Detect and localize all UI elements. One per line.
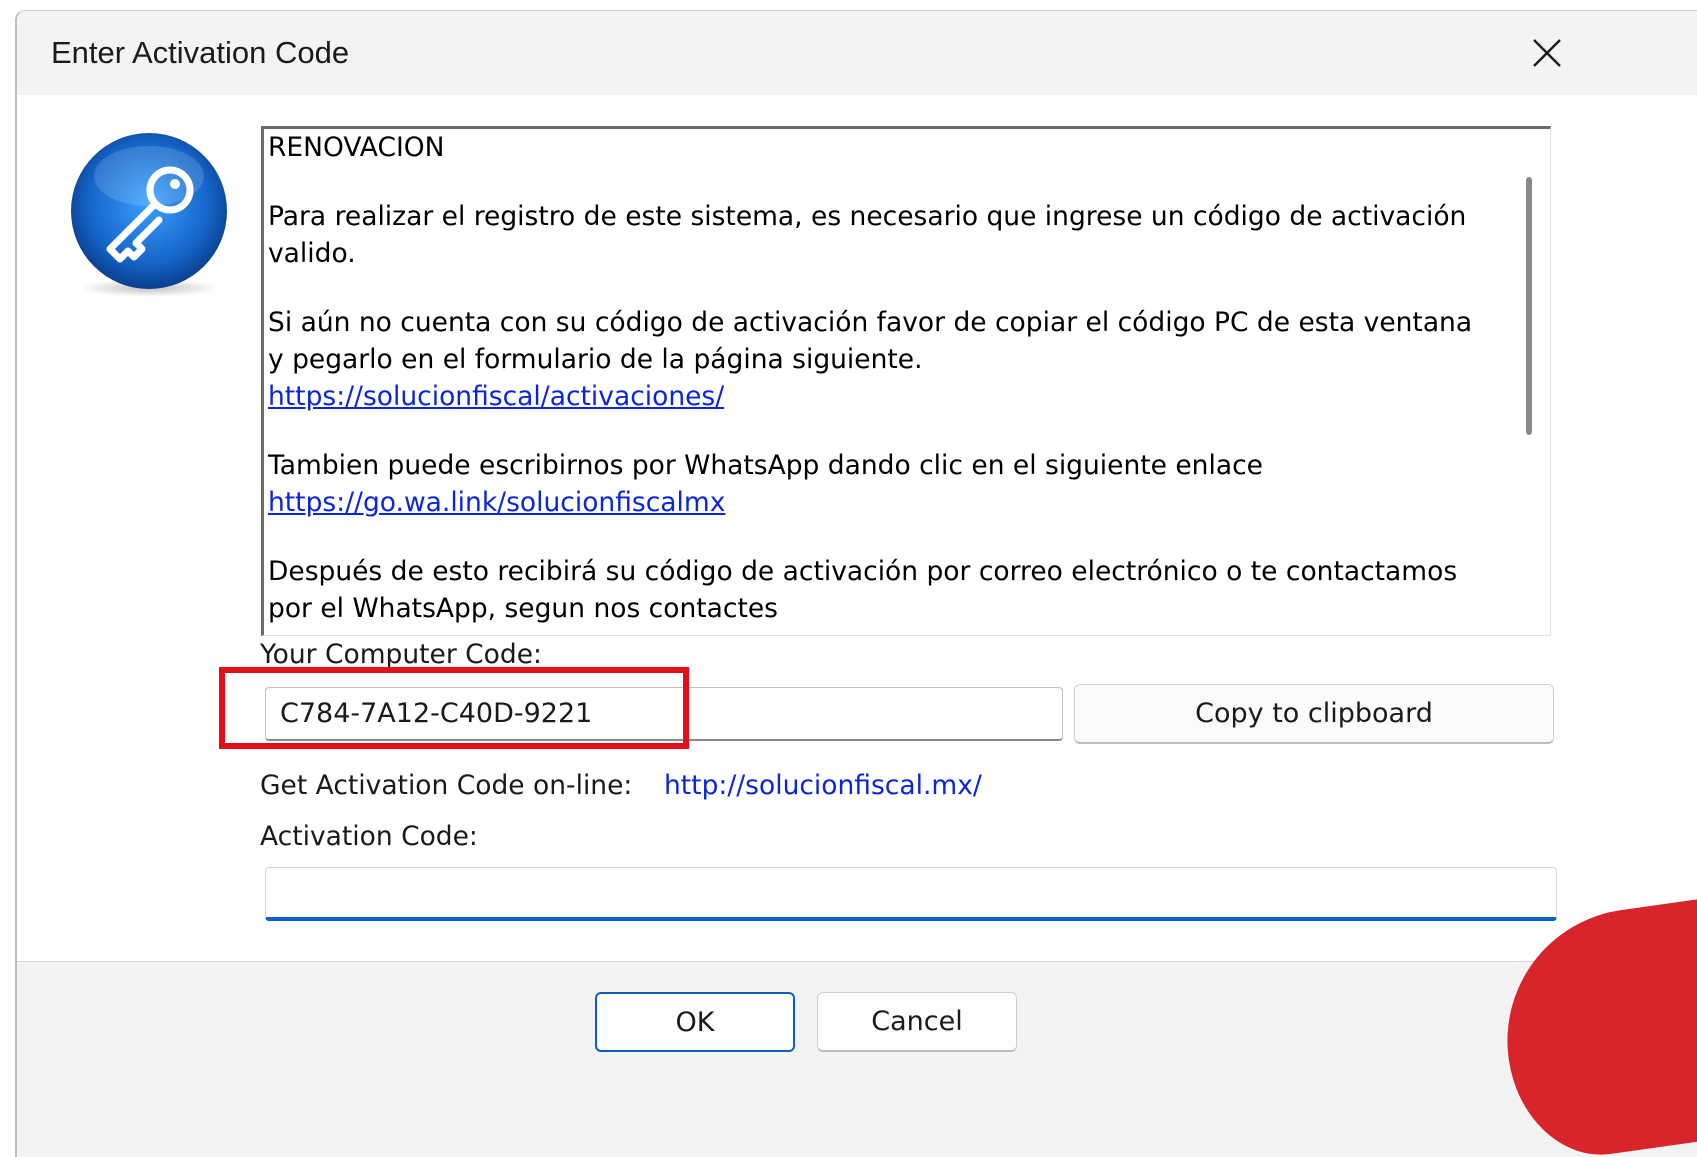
activation-code-input[interactable]	[265, 867, 1557, 921]
message-text: Tambien puede escribirnos por WhatsApp d…	[268, 450, 1263, 481]
close-icon	[1533, 39, 1561, 67]
message-text: Si aún no cuenta con su código de activa…	[268, 307, 1473, 375]
key-icon	[62, 126, 237, 301]
activation-dialog: Enter Activation Code RENOVACION Para re…	[15, 10, 1697, 1157]
title-bar[interactable]: Enter Activation Code	[17, 11, 1697, 95]
whatsapp-link[interactable]: https://go.wa.link/solucionfiscalmx	[268, 487, 725, 518]
message-paragraph: Tambien puede escribirnos por WhatsApp d…	[268, 447, 1488, 521]
screen: Enter Activation Code RENOVACION Para re…	[0, 0, 1697, 1157]
button-footer	[17, 961, 1697, 1157]
message-paragraph: Después de esto recibirá su código de ac…	[268, 556, 1458, 624]
window-title: Enter Activation Code	[51, 35, 350, 70]
activation-code-label: Activation Code:	[260, 821, 478, 852]
close-button[interactable]	[1517, 27, 1577, 79]
activations-link[interactable]: https://solucionfiscal/activaciones/	[268, 381, 724, 412]
message-heading: RENOVACION	[268, 132, 445, 163]
message-content: RENOVACION Para realizar el registro de …	[268, 129, 1488, 627]
cancel-button[interactable]: Cancel	[817, 992, 1017, 1052]
get-activation-label: Get Activation Code on-line:	[260, 770, 633, 801]
copy-to-clipboard-button[interactable]: Copy to clipboard	[1074, 684, 1554, 744]
message-paragraph: Si aún no cuenta con su código de activa…	[268, 304, 1488, 415]
message-paragraph: Para realizar el registro de este sistem…	[268, 201, 1467, 269]
computer-code-field[interactable]: C784-7A12-C40D-9221	[265, 687, 1063, 741]
computer-code-label: Your Computer Code:	[260, 639, 542, 670]
scrollbar-thumb[interactable]	[1526, 177, 1532, 435]
message-textarea[interactable]: RENOVACION Para realizar el registro de …	[261, 126, 1551, 636]
ok-button[interactable]: OK	[595, 992, 795, 1052]
activation-website-link[interactable]: http://solucionfiscal.mx/	[664, 770, 982, 801]
